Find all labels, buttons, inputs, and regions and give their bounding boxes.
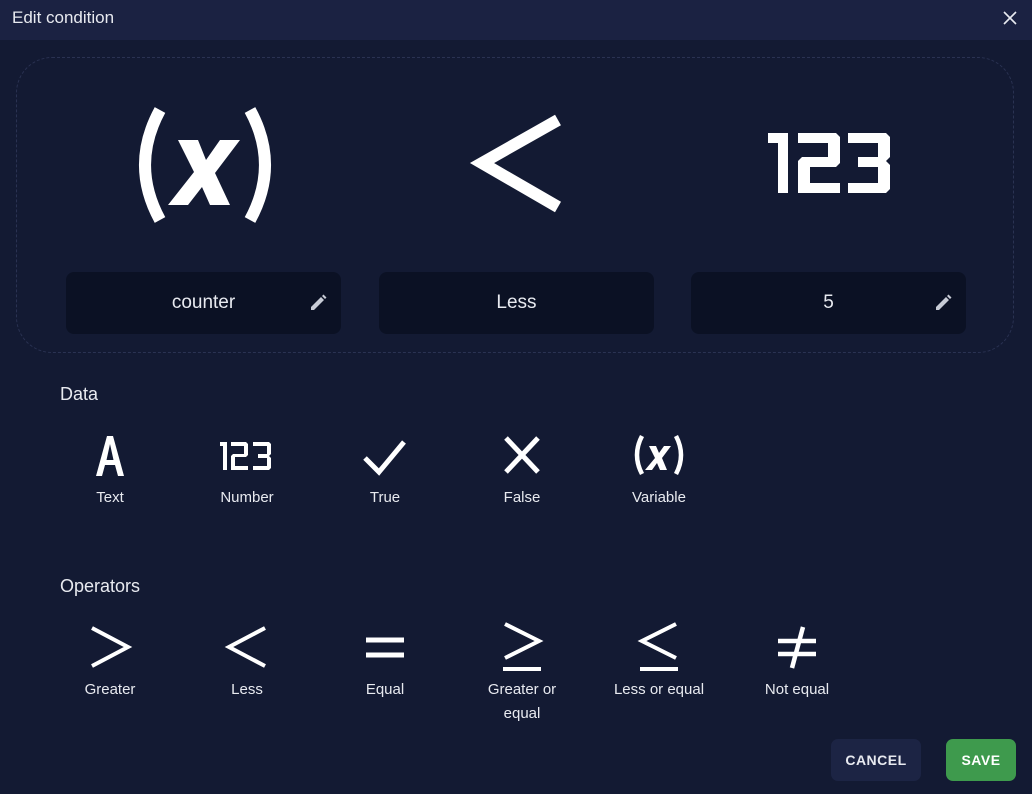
right-operand-value: 5	[823, 292, 834, 313]
operator-item-label: Less	[231, 681, 263, 698]
cancel-button[interactable]: CANCEL	[831, 739, 921, 781]
save-button[interactable]: SAVE	[946, 739, 1016, 781]
data-item-number[interactable]: Number	[187, 430, 307, 510]
operator-value: Less	[496, 292, 537, 313]
data-item-label: Variable	[632, 489, 686, 506]
right-operand-field[interactable]: 5	[691, 272, 966, 334]
text-icon	[96, 436, 124, 476]
number-icon	[768, 133, 890, 193]
data-item-text[interactable]: Text	[50, 430, 170, 510]
x-icon	[504, 436, 540, 474]
close-icon[interactable]	[1000, 8, 1020, 28]
operator-item-label: Not equal	[764, 681, 830, 698]
dialog-title: Edit condition	[12, 8, 115, 27]
data-item-false[interactable]: False	[462, 430, 582, 510]
data-section-title: Data	[60, 384, 99, 404]
data-item-label: False	[503, 489, 541, 506]
number-icon	[220, 442, 271, 470]
not-equal-icon	[778, 626, 816, 669]
variable-icon	[139, 107, 271, 223]
less-icon	[224, 626, 266, 668]
data-item-true[interactable]: True	[325, 430, 445, 510]
greater-or-equal-icon	[503, 622, 544, 671]
operator-item-equal[interactable]: Equal	[325, 622, 445, 702]
operator-item-greater-or-equal[interactable]: Greater or equal	[462, 622, 582, 726]
left-operand-field[interactable]: counter	[66, 272, 341, 334]
operator-item-greater[interactable]: Greater	[50, 622, 170, 702]
operator-item-not-equal[interactable]: Not equal	[737, 622, 857, 702]
less-than-icon	[469, 114, 562, 213]
operator-field[interactable]: Less	[379, 272, 654, 334]
data-item-label: True	[369, 489, 401, 506]
greater-icon	[91, 626, 133, 668]
operator-item-less[interactable]: Less	[187, 622, 307, 702]
variable-icon	[634, 434, 684, 476]
operator-item-label: Less or equal	[613, 681, 705, 698]
pencil-icon[interactable]	[934, 294, 952, 312]
data-item-label: Text	[96, 489, 124, 506]
pencil-icon[interactable]	[309, 294, 327, 312]
operator-item-label: Greater	[84, 681, 136, 698]
operator-item-label: Equal	[365, 681, 405, 698]
check-icon	[363, 440, 406, 476]
operator-item-label: Greater or equal	[487, 681, 557, 722]
data-item-variable[interactable]: Variable	[599, 430, 719, 510]
dialog-header: Edit condition	[0, 0, 1032, 40]
equal-icon	[366, 637, 404, 658]
data-item-label: Number	[220, 489, 274, 506]
left-operand-value: counter	[171, 292, 236, 313]
operator-item-less-or-equal[interactable]: Less or equal	[599, 622, 719, 702]
operators-section-title: Operators	[60, 576, 141, 596]
less-or-equal-icon	[637, 622, 678, 671]
